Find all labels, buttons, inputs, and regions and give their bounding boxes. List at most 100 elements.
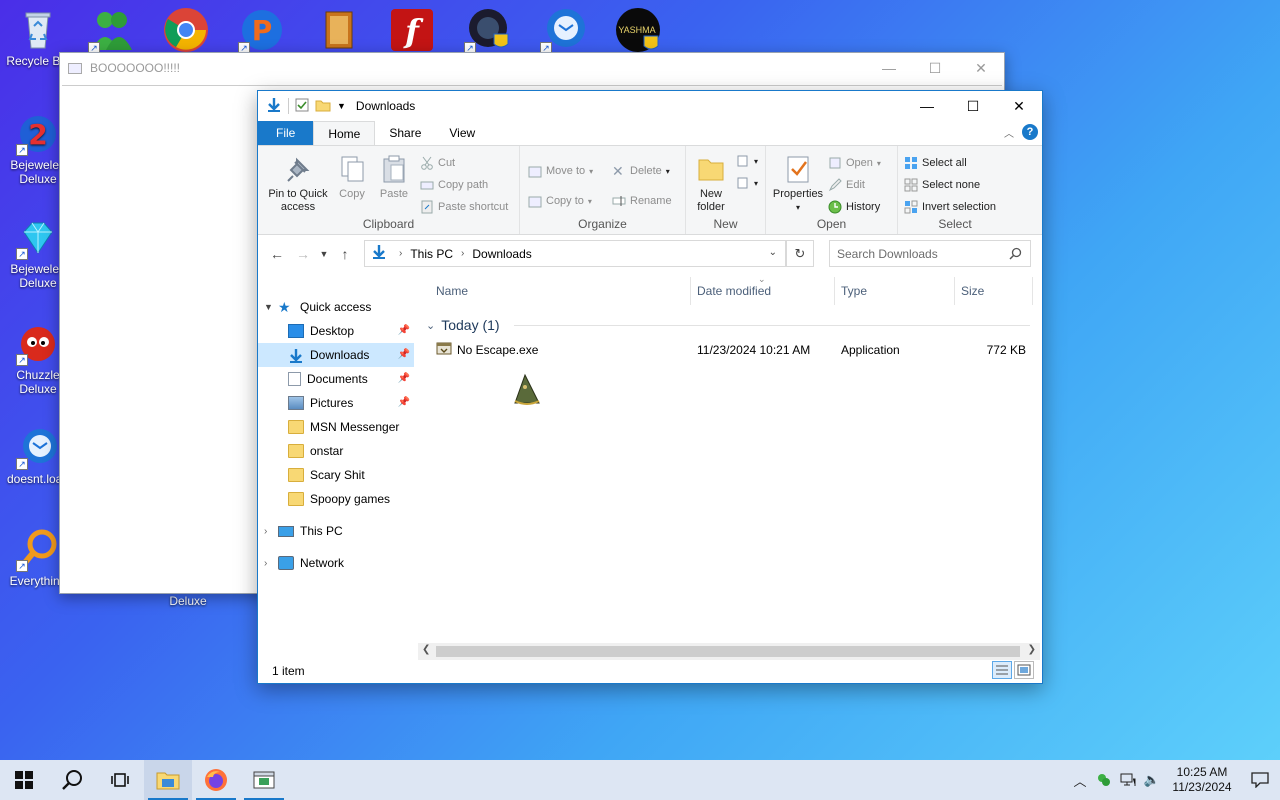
nav-item-spoopy-games[interactable]: Spoopy games <box>288 487 414 511</box>
column-divider[interactable] <box>954 277 955 305</box>
nav-item-scary-shit[interactable]: Scary Shit <box>288 463 414 487</box>
table-row[interactable]: No Escape.exe 11/23/2024 10:21 AM Applic… <box>418 339 1034 361</box>
group-header-today[interactable]: ⌄ Today (1) <box>426 317 500 333</box>
tray-app-icon[interactable] <box>1092 760 1116 800</box>
copy-button[interactable]: Copy <box>334 154 370 201</box>
column-header-date-modified[interactable]: Date modified <box>697 284 771 298</box>
breadcrumb-downloads[interactable]: Downloads <box>472 247 531 261</box>
p-app-icon[interactable]: P ↗ <box>238 6 286 54</box>
scrollbar-thumb[interactable] <box>436 646 1020 657</box>
tab-file[interactable]: File <box>258 121 314 145</box>
close-button[interactable]: ✕ <box>996 91 1042 121</box>
tab-home[interactable]: Home <box>313 121 376 145</box>
shield-app-icon[interactable]: ↗ <box>464 6 512 54</box>
nav-network[interactable]: › Network <box>264 551 414 575</box>
recent-locations-chevron-icon[interactable]: ▼ <box>316 241 332 267</box>
minimize-button[interactable]: — <box>904 91 950 121</box>
invert-selection-button[interactable]: Invert selection <box>904 200 996 214</box>
edit-button[interactable]: Edit <box>828 178 865 192</box>
easy-access-button[interactable]: ▾ <box>736 176 758 190</box>
large-icons-view-icon[interactable] <box>1014 661 1034 679</box>
search-button[interactable] <box>48 760 96 800</box>
scroll-right-chevron-icon[interactable]: ❯ <box>1028 644 1036 655</box>
collapse-group-chevron-icon[interactable]: ⌄ <box>426 319 435 332</box>
cut-button[interactable]: Cut <box>420 156 455 170</box>
column-divider[interactable] <box>1032 277 1033 305</box>
copy-to-button[interactable]: Copy to ▾ <box>528 194 592 208</box>
task-view-button[interactable] <box>96 760 144 800</box>
address-box[interactable]: › This PC › Downloads ⌄ <box>364 240 786 267</box>
nav-item-pictures[interactable]: Pictures 📌 <box>288 391 414 415</box>
collapse-ribbon-chevron-icon[interactable]: ︿ <box>1004 125 1014 140</box>
desktop-icon-deluxe[interactable]: Deluxe <box>150 594 226 608</box>
move-to-button[interactable]: Move to ▾ <box>528 164 593 178</box>
column-header-type[interactable]: Type <box>841 284 867 298</box>
rename-button[interactable]: Rename <box>612 194 672 208</box>
nav-quick-access[interactable]: ▼ ★ Quick access <box>264 295 414 319</box>
forward-button[interactable]: → <box>290 241 316 267</box>
paste-button[interactable]: Paste <box>374 154 414 201</box>
taskbar-app-window[interactable] <box>240 760 288 800</box>
start-button[interactable] <box>0 760 48 800</box>
background-window-titlebar[interactable]: BOOOOOOO!!!!! <box>60 53 1004 83</box>
taskbar-firefox[interactable] <box>192 760 240 800</box>
select-none-button[interactable]: Select none <box>904 178 980 192</box>
delete-button[interactable]: ✕ Delete ▾ <box>612 164 670 178</box>
open-button[interactable]: Open ▾ <box>828 156 881 170</box>
tab-view[interactable]: View <box>435 121 489 145</box>
column-divider[interactable] <box>690 277 691 305</box>
show-hidden-icons-chevron-icon[interactable]: ︿ <box>1068 760 1092 800</box>
new-folder-icon[interactable] <box>315 98 331 115</box>
new-item-button[interactable]: ▾ <box>736 154 758 168</box>
column-header-name[interactable]: Name <box>436 284 468 298</box>
nav-item-desktop[interactable]: Desktop 📌 <box>288 319 414 343</box>
column-header-size[interactable]: Size <box>961 284 984 298</box>
breadcrumb-this-pc[interactable]: This PC <box>410 247 453 261</box>
customize-qat-chevron-icon[interactable]: ▼ <box>337 101 346 111</box>
search-input[interactable]: Search Downloads <box>829 240 1031 267</box>
nav-item-downloads[interactable]: Downloads 📌 <box>258 343 414 367</box>
msn-people-icon[interactable]: ↗ <box>88 6 136 54</box>
notifications-button[interactable] <box>1240 772 1280 788</box>
paste-shortcut-button[interactable]: Paste shortcut <box>420 200 508 214</box>
new-folder-button[interactable]: New folder <box>692 154 730 214</box>
select-all-button[interactable]: Select all <box>904 156 967 170</box>
book-icon[interactable] <box>316 6 364 54</box>
nav-this-pc[interactable]: › This PC <box>264 519 414 543</box>
flash-icon[interactable]: f <box>388 6 436 54</box>
help-icon[interactable]: ? <box>1022 124 1038 140</box>
file-explorer-window[interactable]: ▼ Downloads — ☐ ✕ File Home Share View ︿… <box>257 90 1043 684</box>
chrome-icon[interactable] <box>162 6 210 54</box>
maximize-button[interactable]: ☐ <box>950 91 996 121</box>
maximize-button[interactable]: ☐ <box>912 53 958 83</box>
column-divider[interactable] <box>834 277 835 305</box>
pin-to-quick-access-button[interactable]: Pin to Quick access <box>264 154 332 214</box>
nav-item-onstar[interactable]: onstar <box>288 439 414 463</box>
network-icon[interactable] <box>1116 760 1140 800</box>
nav-item-msn-messenger[interactable]: MSN Messenger <box>288 415 414 439</box>
clock[interactable]: 10:25 AM 11/23/2024 <box>1164 765 1240 795</box>
scroll-left-chevron-icon[interactable]: ❮ <box>422 644 430 655</box>
copy-path-button[interactable]: Copy path <box>420 178 488 192</box>
properties-button[interactable]: Properties ▾ <box>770 154 826 214</box>
volume-icon[interactable]: 🔈 <box>1140 760 1164 800</box>
expand-chevron-icon[interactable]: › <box>264 558 278 569</box>
up-button[interactable]: ↑ <box>332 241 358 267</box>
nav-item-documents[interactable]: Documents 📌 <box>288 367 414 391</box>
history-button[interactable]: History <box>828 200 880 214</box>
back-button[interactable]: ← <box>264 241 290 267</box>
horizontal-scrollbar[interactable]: ❮ ❯ <box>418 643 1040 660</box>
address-dropdown-chevron-icon[interactable]: ⌄ <box>769 247 777 258</box>
taskbar-file-explorer[interactable] <box>144 760 192 800</box>
tab-share[interactable]: Share <box>375 121 435 145</box>
minimize-button[interactable]: — <box>866 53 912 83</box>
messenger-bird-icon[interactable]: ↗ <box>540 6 588 54</box>
download-arrow-icon[interactable] <box>266 97 282 116</box>
details-view-icon[interactable] <box>992 661 1012 679</box>
properties-check-icon[interactable] <box>295 98 309 115</box>
refresh-button[interactable]: ↻ <box>786 240 814 267</box>
expand-chevron-icon[interactable]: › <box>264 526 278 537</box>
expand-chevron-icon[interactable]: ▼ <box>264 302 278 312</box>
yashma-icon[interactable]: YASHMA <box>614 6 662 54</box>
close-button[interactable]: ✕ <box>958 53 1004 83</box>
